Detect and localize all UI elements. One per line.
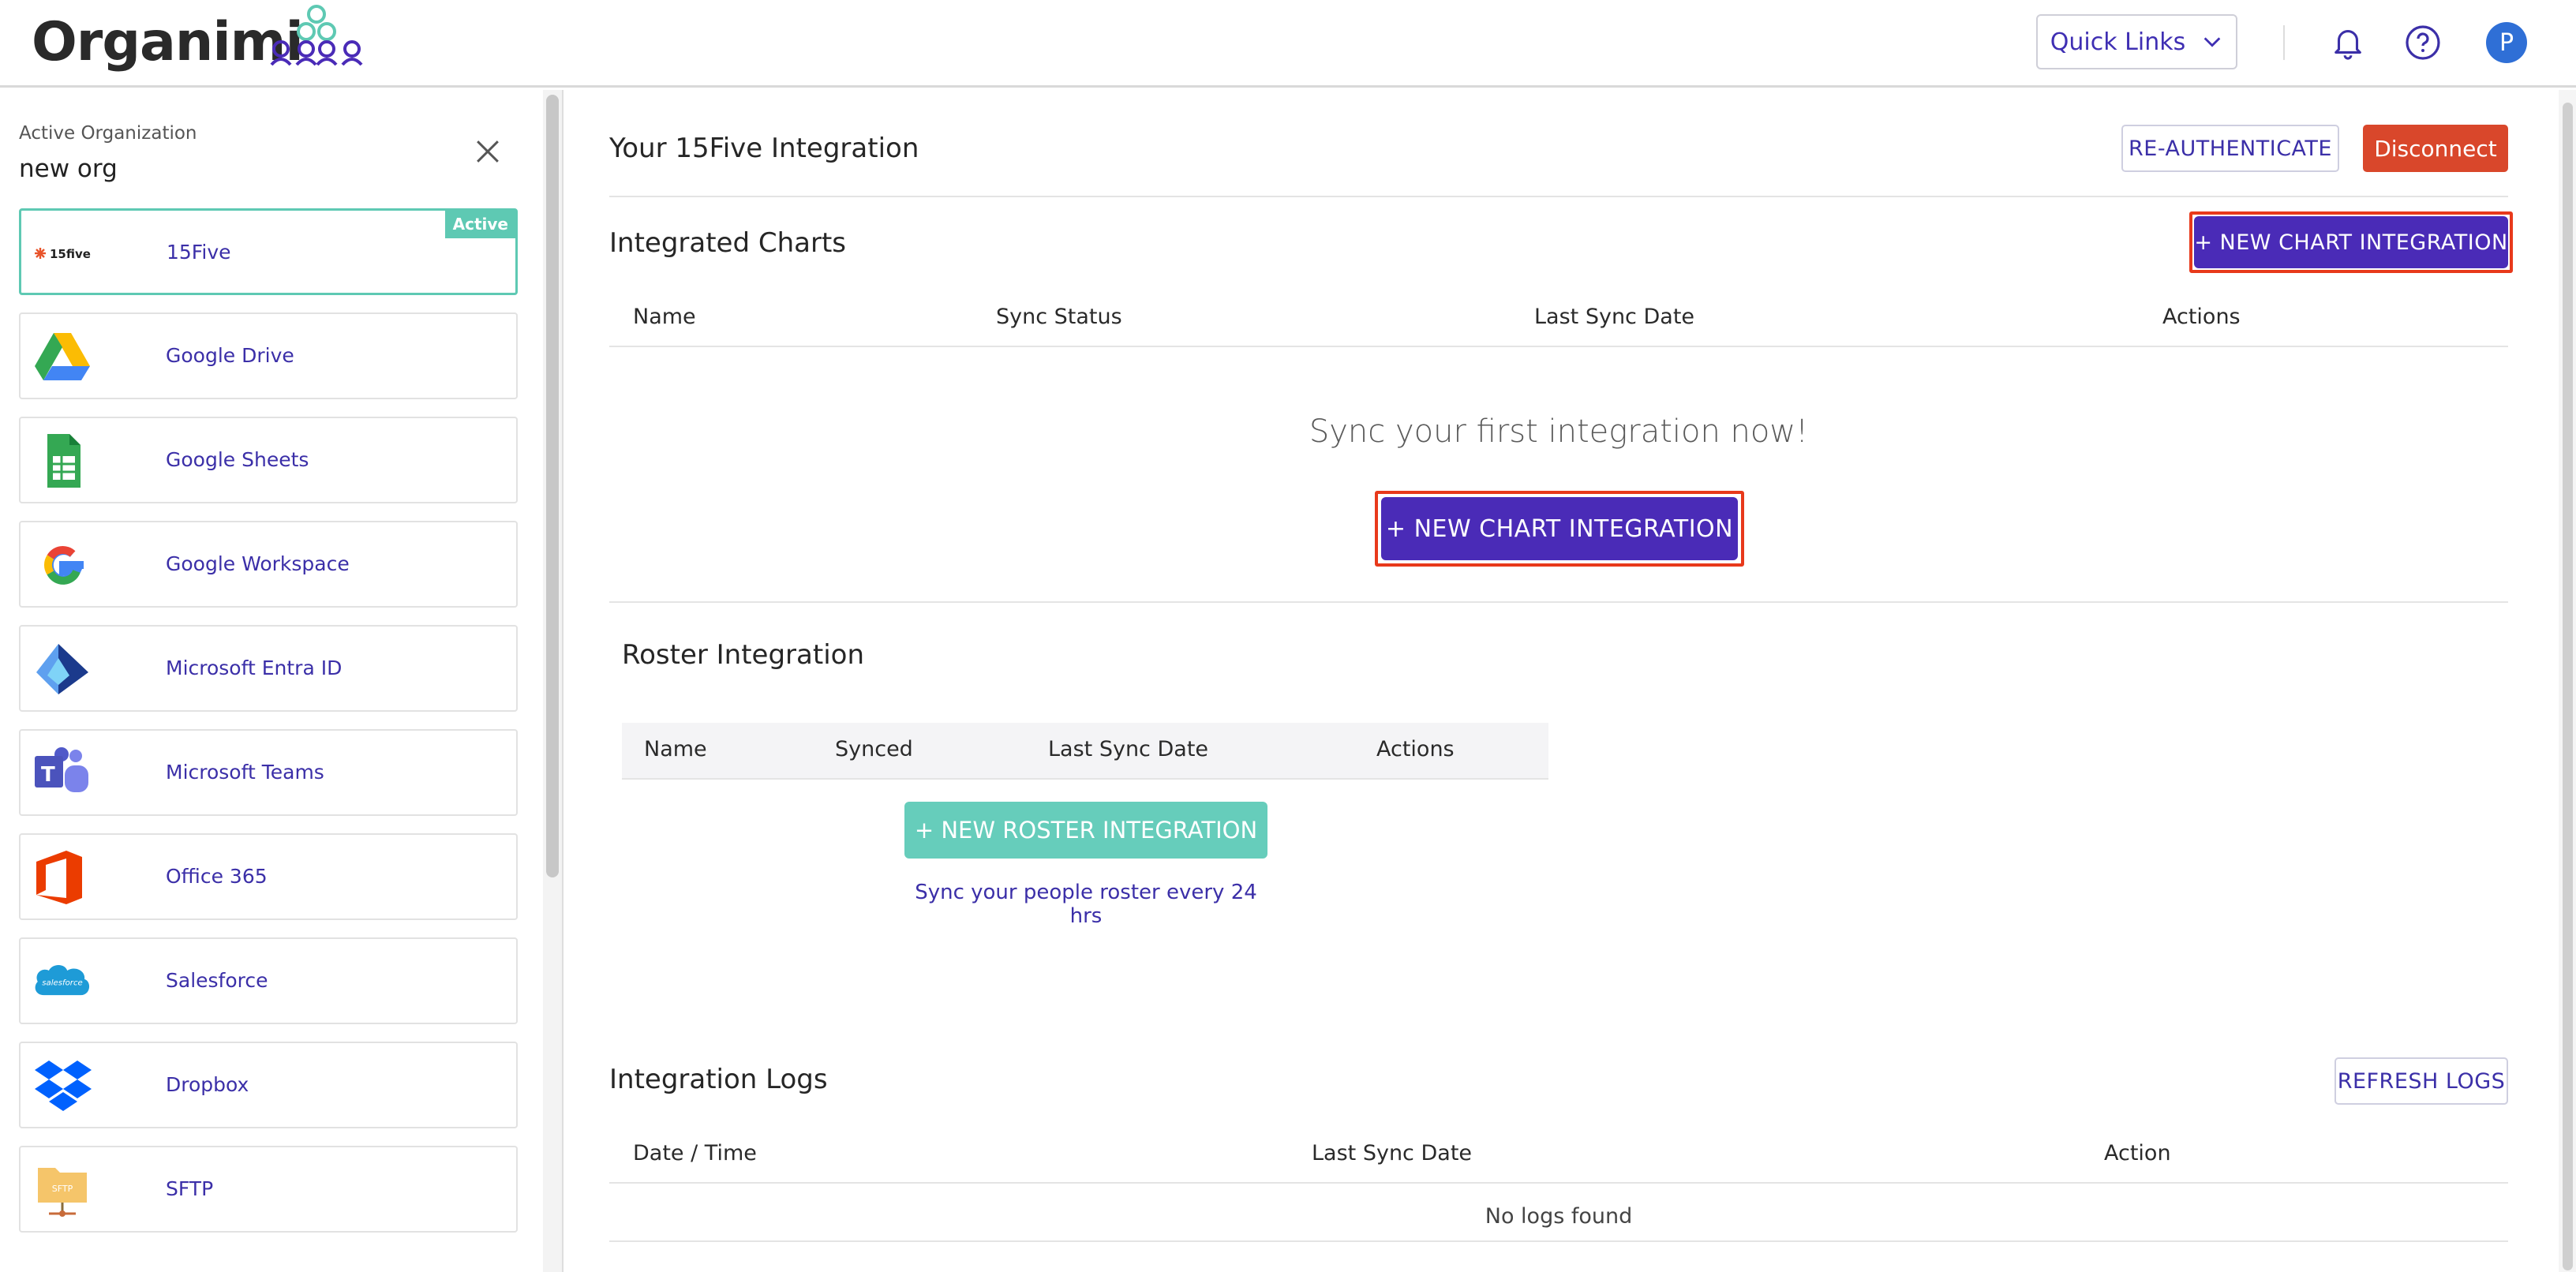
roster-column-name: Name: [644, 737, 707, 761]
integrated-charts-title: Integrated Charts: [609, 227, 847, 259]
integration-item-microsoft-entra-id[interactable]: Microsoft Entra ID: [19, 625, 518, 712]
integration-logs-title: Integration Logs: [609, 1064, 828, 1095]
logs-column-action: Action: [2104, 1141, 2171, 1165]
roster-header-divider: [622, 778, 1548, 780]
google-sheets-icon: [32, 432, 93, 489]
integration-label: 15Five: [167, 241, 231, 264]
integration-item-salesforce[interactable]: salesforce Salesforce: [19, 937, 518, 1024]
dropbox-icon: [32, 1057, 93, 1114]
roster-column-synced: Synced: [835, 737, 913, 761]
svg-text:T: T: [41, 763, 55, 787]
integration-list: 15five 15Five Active Google Drive Google…: [19, 208, 518, 1250]
integration-item-office-365[interactable]: Office 365: [19, 833, 518, 920]
microsoft-teams-icon: T: [32, 745, 93, 802]
office-365-icon: [32, 849, 93, 906]
logs-column-last-sync-date: Last Sync Date: [1312, 1141, 1473, 1165]
logs-header-divider: [609, 1182, 2508, 1184]
integration-item-google-drive[interactable]: Google Drive: [19, 312, 518, 399]
close-icon[interactable]: [470, 134, 505, 169]
logs-column-date-time: Date / Time: [633, 1141, 757, 1165]
integration-item-sftp[interactable]: SFTP SFTP: [19, 1146, 518, 1233]
integration-label: Office 365: [166, 865, 268, 888]
user-avatar[interactable]: P: [2486, 22, 2527, 63]
sidebar-scrollbar[interactable]: [546, 95, 559, 877]
integration-label: Microsoft Teams: [166, 761, 324, 784]
quick-links-label: Quick Links: [2050, 28, 2186, 56]
organimi-logo-text: Organimi: [32, 11, 304, 73]
chevron-down-icon: [2203, 37, 2221, 47]
logs-footer-divider: [609, 1240, 2508, 1242]
help-icon[interactable]: [2404, 24, 2442, 62]
table-header-divider: [609, 346, 2508, 347]
divider: [609, 601, 2508, 603]
integration-main-panel: Your 15Five Integration RE-AUTHENTICATE …: [565, 90, 2562, 1272]
new-chart-integration-button-top[interactable]: + NEW CHART INTEGRATION: [2194, 216, 2508, 268]
column-header-last-sync-date: Last Sync Date: [1534, 305, 1695, 329]
integration-label: Salesforce: [166, 969, 268, 992]
roster-column-last-sync-date: Last Sync Date: [1048, 737, 1209, 761]
sftp-logo-text: SFTP: [52, 1184, 73, 1194]
charts-empty-message: Sync your first integration now!: [1309, 413, 1809, 450]
active-organization-name: new org: [19, 155, 118, 183]
column-header-sync-status: Sync Status: [996, 305, 1122, 329]
salesforce-icon: salesforce: [32, 953, 93, 1010]
google-workspace-icon: [32, 537, 93, 593]
roster-sync-note: Sync your people roster every 24 hrs: [915, 881, 1257, 928]
15five-logo-icon: 15five: [32, 225, 94, 282]
disconnect-button[interactable]: Disconnect: [2363, 125, 2508, 172]
header-divider: [2283, 25, 2285, 60]
integration-label: Google Workspace: [166, 552, 350, 575]
integration-label: Google Drive: [166, 344, 294, 367]
column-header-actions: Actions: [2162, 305, 2241, 329]
page-title: Your 15Five Integration: [609, 133, 919, 164]
integration-item-microsoft-teams[interactable]: T Microsoft Teams: [19, 729, 518, 816]
sftp-icon: SFTP: [32, 1162, 93, 1218]
integration-item-google-sheets[interactable]: Google Sheets: [19, 417, 518, 503]
google-drive-icon: [32, 328, 93, 385]
main-scrollbar[interactable]: [2563, 103, 2573, 1270]
column-header-name: Name: [633, 305, 696, 329]
bell-icon[interactable]: [2330, 24, 2366, 60]
refresh-logs-button[interactable]: REFRESH LOGS: [2334, 1057, 2508, 1105]
organimi-logo-icon: [270, 5, 363, 66]
no-logs-message: No logs found: [1485, 1204, 1633, 1229]
new-chart-integration-button-center[interactable]: + NEW CHART INTEGRATION: [1381, 497, 1738, 560]
new-roster-integration-button[interactable]: + NEW ROSTER INTEGRATION: [904, 802, 1267, 859]
integration-item-google-workspace[interactable]: Google Workspace: [19, 521, 518, 608]
integration-label: Dropbox: [166, 1073, 249, 1096]
re-authenticate-button[interactable]: RE-AUTHENTICATE: [2121, 125, 2339, 172]
roster-integration-title: Roster Integration: [622, 639, 864, 671]
salesforce-logo-text: salesforce: [42, 979, 83, 988]
integration-item-dropbox[interactable]: Dropbox: [19, 1042, 518, 1128]
active-organization-label: Active Organization: [19, 123, 197, 144]
15five-logo-text: 15five: [50, 247, 91, 261]
quick-links-dropdown[interactable]: Quick Links: [2036, 14, 2237, 69]
integration-label: Microsoft Entra ID: [166, 657, 343, 679]
active-badge: Active: [444, 210, 516, 238]
integration-item-15five[interactable]: 15five 15Five Active: [19, 208, 518, 295]
top-header: Organimi Quick Links P: [0, 0, 2576, 88]
integration-label: Google Sheets: [166, 448, 309, 471]
divider: [609, 196, 2508, 197]
integration-label: SFTP: [166, 1177, 214, 1200]
microsoft-entra-icon: [32, 641, 93, 698]
roster-column-actions: Actions: [1376, 737, 1455, 761]
integrations-sidebar: Active Organization new org 15five 15Fiv…: [0, 90, 564, 1272]
